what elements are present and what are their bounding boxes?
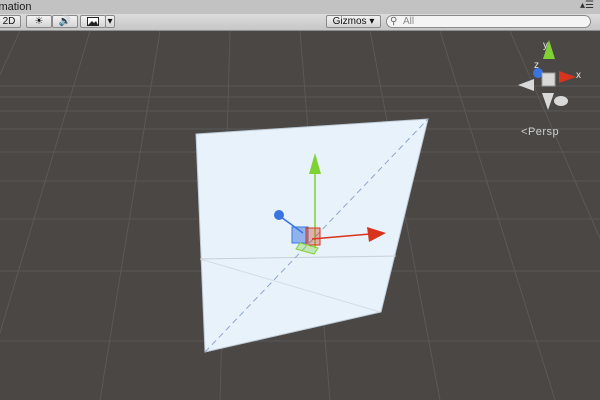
z-arrow-icon (274, 210, 284, 220)
sun-icon[interactable]: ☀ (26, 15, 52, 28)
gizmo-x-label: x (576, 70, 581, 81)
projection-toggle[interactable]: <Persp (521, 126, 559, 138)
speaker-icon[interactable]: 🔊 (52, 15, 78, 28)
2d-mode-toggle[interactable]: 2D (0, 15, 21, 28)
chevron-down-icon[interactable]: ▾ (105, 15, 115, 28)
tab-bar: imation ▴☰ (0, 0, 600, 15)
chevron-left-icon: < (521, 126, 528, 138)
tab-options-icon[interactable]: ▴☰ (580, 0, 594, 12)
image-icon[interactable] (80, 15, 106, 28)
search-icon: ⚲ (390, 16, 398, 27)
search-input[interactable]: ⚲ All (386, 15, 591, 28)
orientation-gizmo[interactable]: y x z (518, 40, 581, 110)
gizmo-z-label: z (534, 60, 539, 71)
gizmo-center-cube-icon (541, 72, 556, 87)
xy-plane-handle (305, 227, 321, 246)
gizmo-neg-y-cone-icon (542, 93, 554, 110)
search-placeholder: All (403, 16, 415, 27)
gizmos-label: Gizmos (332, 16, 367, 27)
gizmos-arrow: ▾ (369, 16, 375, 27)
gizmo-y-label: y (543, 40, 548, 51)
gizmos-dropdown[interactable]: Gizmos ▾ (326, 15, 381, 28)
gizmo-neg-z-cone-icon (554, 96, 568, 106)
scene-viewport[interactable]: y x z (0, 31, 600, 400)
tab-animation[interactable]: imation (0, 0, 31, 14)
gizmo-x-cone-icon (559, 71, 576, 83)
scene-toolbar: 2D ☀ 🔊 ▾ Gizmos ▾ ⚲ All (0, 14, 600, 31)
gizmo-neg-x-cone-icon (518, 79, 534, 91)
projection-label: Persp (527, 126, 560, 138)
